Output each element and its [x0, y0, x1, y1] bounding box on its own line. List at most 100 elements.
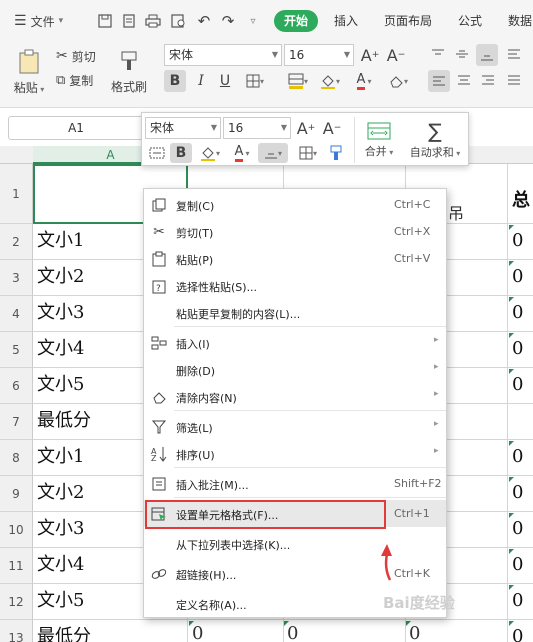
- print-preview-icon[interactable]: [170, 10, 188, 32]
- tab-data[interactable]: 数据: [500, 10, 533, 32]
- clear-format-button[interactable]: ▾: [384, 70, 412, 92]
- save-icon[interactable]: [96, 10, 114, 32]
- align-center-icon[interactable]: [454, 70, 474, 90]
- row-header[interactable]: 2: [0, 224, 33, 260]
- context-menu-item[interactable]: 复制(C) Ctrl+C: [144, 191, 446, 218]
- paste-button[interactable]: 粘贴 ▾: [10, 44, 48, 100]
- number-as-text-indicator: [509, 477, 514, 482]
- row-header[interactable]: 8: [0, 440, 33, 476]
- submenu-arrow-icon: ▸: [434, 362, 439, 372]
- mini-font-color-button[interactable]: A ▾: [228, 143, 256, 163]
- insert-icon: [150, 334, 168, 352]
- row-header[interactable]: 12: [0, 584, 33, 620]
- context-menu-item[interactable]: A Z 排序(U) ▸: [144, 440, 446, 467]
- ribbon: ☰ 文件 ▾ ↶ ↷ ▿ 开始 插入 页面布局 公式 数据 粘贴 ▾ ✂ 剪切 …: [0, 0, 533, 108]
- context-menu-item[interactable]: 从下拉列表中选择(K)...: [144, 530, 446, 557]
- cell-middle[interactable]: [188, 620, 508, 642]
- mini-wrap-icon[interactable]: [146, 143, 168, 163]
- row-header[interactable]: 4: [0, 296, 33, 332]
- align-middle-icon[interactable]: [452, 44, 472, 64]
- mini-merge-button[interactable]: 合并 ▾: [360, 117, 398, 163]
- fill-color-button[interactable]: ▾: [284, 70, 312, 92]
- mini-align-button[interactable]: ▾: [258, 143, 288, 163]
- context-menu-item[interactable]: 清除内容(N) ▸: [144, 383, 446, 410]
- border-button[interactable]: ▾: [242, 70, 268, 92]
- align-bottom-icon: [264, 153, 277, 159]
- context-menu-item[interactable]: 超链接(H)... Ctrl+K: [144, 560, 446, 587]
- submenu-arrow-icon: ▸: [434, 335, 439, 345]
- undo-icon[interactable]: ↶: [196, 10, 212, 32]
- align-bottom-icon[interactable]: [476, 44, 498, 66]
- increase-font-icon[interactable]: A +: [360, 44, 380, 66]
- row-header[interactable]: 10: [0, 512, 33, 548]
- font-size-select[interactable]: 16 ▼: [284, 44, 354, 66]
- mini-font-name-select[interactable]: 宋体 ▼: [145, 117, 221, 139]
- cut-label: 剪切: [71, 49, 96, 64]
- mini-format-painter-icon[interactable]: [326, 143, 346, 163]
- tab-page-layout[interactable]: 页面布局: [376, 10, 440, 32]
- decrease-font-icon[interactable]: A −: [386, 44, 406, 66]
- svg-text:?: ?: [156, 284, 161, 294]
- row-header[interactable]: 9: [0, 476, 33, 512]
- mini-autosum-button[interactable]: ∑ 自动求和 ▾: [404, 117, 466, 163]
- number-as-text-indicator: [509, 513, 514, 518]
- bold-button[interactable]: B: [164, 70, 186, 92]
- row-header[interactable]: 1: [0, 164, 33, 224]
- context-menu-item[interactable]: 粘贴(P) Ctrl+V: [144, 245, 446, 272]
- row-header[interactable]: 3: [0, 260, 33, 296]
- row-header[interactable]: 13: [0, 620, 33, 642]
- context-menu-item-label: 复制(C): [176, 200, 215, 213]
- cell-a[interactable]: 最低分: [33, 620, 188, 642]
- watermark: Bai度经验: [383, 594, 455, 612]
- context-menu-item-label: 从下拉列表中选择(K)...: [176, 539, 291, 552]
- mini-border-button[interactable]: ▾: [294, 143, 322, 163]
- paste-icon: [150, 250, 168, 268]
- redo-icon[interactable]: ↷: [220, 10, 236, 32]
- underline-button[interactable]: U: [216, 70, 234, 92]
- context-menu-item[interactable]: 删除(D) ▸: [144, 356, 446, 383]
- justify-icon[interactable]: [504, 70, 524, 90]
- wrap-text-icon[interactable]: [504, 44, 524, 64]
- copy-icon: ⧉: [56, 72, 66, 88]
- context-menu-item[interactable]: 插入(I) ▸: [144, 329, 446, 356]
- name-box[interactable]: A1: [8, 116, 144, 140]
- row-header[interactable]: 11: [0, 548, 33, 584]
- context-menu-item[interactable]: ? 选择性粘贴(S)...: [144, 272, 446, 299]
- mini-font-size-value: 16: [228, 121, 244, 135]
- quick-access-dropdown-icon[interactable]: ▿: [246, 10, 260, 32]
- align-left-icon[interactable]: [428, 70, 450, 92]
- tab-home[interactable]: 开始: [274, 10, 318, 32]
- tab-insert[interactable]: 插入: [326, 10, 366, 32]
- cell-right[interactable]: 总: [508, 164, 533, 224]
- italic-button[interactable]: I: [192, 70, 210, 92]
- font-color-button[interactable]: A ▾: [350, 70, 378, 92]
- number-as-text-indicator: [509, 225, 514, 230]
- mini-font-size-select[interactable]: 16 ▼: [223, 117, 291, 139]
- row-header[interactable]: 5: [0, 332, 33, 368]
- format-painter-button[interactable]: 格式刷: [108, 44, 150, 100]
- mini-bold-button[interactable]: B: [170, 143, 192, 163]
- font-name-select[interactable]: 宋体 ▼: [164, 44, 282, 66]
- tab-formula[interactable]: 公式: [450, 10, 490, 32]
- mini-increase-font-icon[interactable]: A +: [296, 117, 316, 139]
- mini-fill-button[interactable]: ▾: [196, 143, 224, 163]
- align-top-icon[interactable]: [428, 44, 448, 64]
- file-menu[interactable]: ☰ 文件 ▾: [14, 10, 63, 32]
- row-header[interactable]: 6: [0, 368, 33, 404]
- context-menu-item[interactable]: 筛选(L) ▸: [144, 413, 446, 440]
- export-icon[interactable]: [120, 10, 138, 32]
- mini-decrease-font-icon[interactable]: A −: [322, 117, 342, 139]
- menu-separator: [174, 326, 446, 327]
- row-header[interactable]: 7: [0, 404, 33, 440]
- context-menu-item[interactable]: 粘贴更早复制的内容(L)...: [144, 299, 446, 326]
- context-menu-item[interactable]: ✂ 剪切(T) Ctrl+X: [144, 218, 446, 245]
- chevron-down-icon: ▼: [210, 123, 217, 132]
- font-color-icon: A: [234, 144, 244, 162]
- copy-button[interactable]: ⧉ 复制: [56, 70, 93, 90]
- print-icon[interactable]: [144, 10, 162, 32]
- cut-button[interactable]: ✂ 剪切: [56, 46, 96, 66]
- paint-bucket-button[interactable]: ▾: [316, 70, 344, 92]
- cell-right[interactable]: [508, 404, 533, 440]
- align-right-icon[interactable]: [478, 70, 498, 90]
- context-menu-item[interactable]: 插入批注(M)... Shift+F2: [144, 470, 446, 497]
